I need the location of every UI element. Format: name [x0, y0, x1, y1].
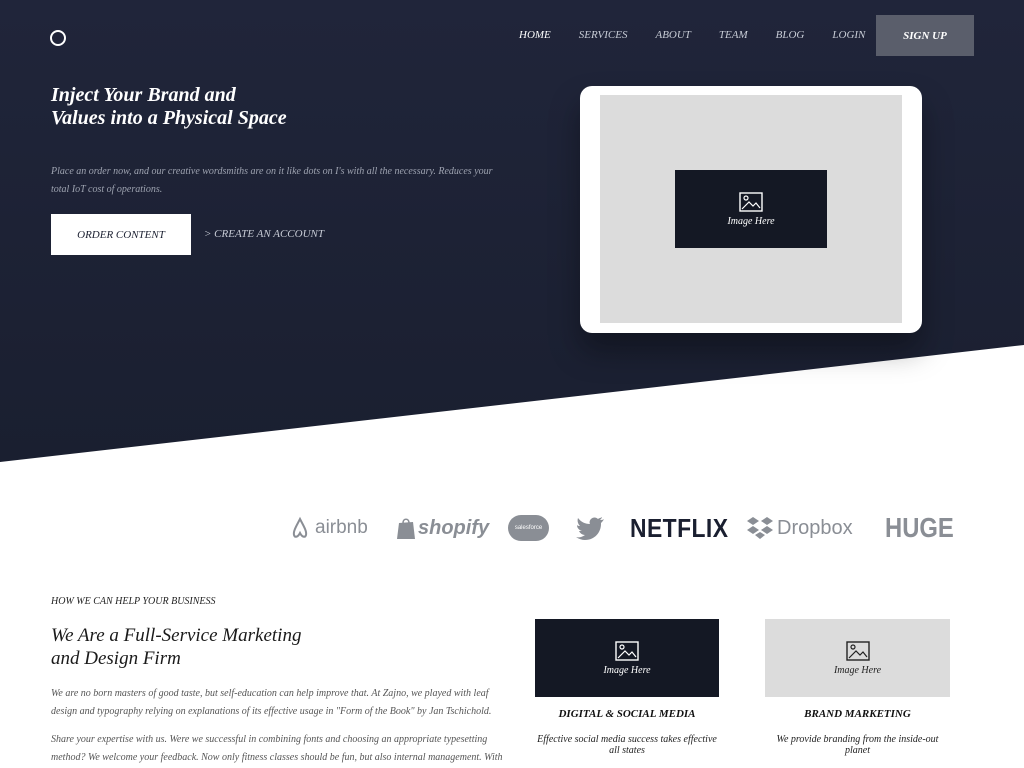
nav-blog[interactable]: BLOG — [776, 28, 805, 42]
airbnb-logo: airbnb — [288, 508, 368, 548]
airbnb-icon — [292, 516, 308, 538]
twitter-bird-icon — [576, 517, 604, 540]
main-nav: HOME SERVICES ABOUT TEAM BLOG LOGIN — [519, 28, 893, 42]
image-icon — [615, 640, 639, 661]
section-title: We Are a Full-Service Marketing and Desi… — [51, 624, 351, 670]
dropbox-icon — [747, 517, 773, 539]
huge-wordmark: HUGE — [885, 512, 954, 543]
salesforce-logo: salesforce — [508, 508, 549, 548]
card-brand-image-label: Image Here — [833, 664, 882, 676]
twitter-logo — [576, 508, 605, 548]
hero-title-line1: Inject Your Brand and — [51, 84, 236, 106]
nav-login[interactable]: LOGIN — [832, 28, 865, 42]
card-digital-desc: Effective social media success takes eff… — [537, 734, 717, 756]
dropbox-wordmark: Dropbox — [777, 516, 853, 539]
hero-text: Place an order now, and our creative wor… — [51, 166, 493, 195]
section-paragraph-2: Share your expertise with us. Were we su… — [51, 734, 503, 763]
create-account-link[interactable]: > CREATE AN ACCOUNT — [204, 228, 324, 240]
shopify-bag-icon — [397, 518, 415, 539]
nav-home[interactable]: HOME — [519, 28, 551, 42]
section-label: HOW WE CAN HELP YOUR BUSINESS — [51, 596, 216, 607]
image-icon — [739, 191, 763, 212]
shopify-wordmark: shopify — [418, 516, 490, 539]
netflix-logo: NETFLIX — [630, 508, 742, 548]
dropbox-logo: Dropbox — [746, 508, 853, 548]
salesforce-wordmark: salesforce — [508, 515, 549, 541]
card-digital-title[interactable]: DIGITAL & SOCIAL MEDIA — [535, 708, 719, 720]
airbnb-wordmark: airbnb — [315, 517, 368, 538]
hero-image-placeholder: Image Here — [675, 170, 827, 248]
logo-icon[interactable] — [50, 30, 66, 46]
hero-title-line2: Values into a Physical Space — [51, 107, 287, 129]
netflix-wordmark: NETFLIX — [630, 512, 729, 543]
nav-services[interactable]: SERVICES — [579, 28, 628, 42]
order-content-button[interactable]: ORDER CONTENT — [51, 214, 191, 255]
section-title-line2: and Design Firm — [51, 648, 181, 669]
signup-button[interactable]: SIGN UP — [876, 15, 974, 56]
hero-title: Inject Your Brand and Values into a Phys… — [51, 84, 371, 130]
hero-image-label: Image Here — [727, 215, 775, 227]
section-paragraph-1: We are no born masters of good taste, bu… — [51, 688, 492, 717]
brand-logos: airbnb shopify salesforce NETFLIX Dropbo… — [288, 508, 954, 548]
shopify-logo: shopify — [396, 508, 489, 548]
tablet-screen: Image Here — [600, 95, 902, 323]
nav-about[interactable]: ABOUT — [655, 28, 690, 42]
card-digital-image-label: Image Here — [603, 664, 651, 676]
nav-team[interactable]: TEAM — [719, 28, 748, 42]
section-title-line1: We Are a Full-Service Marketing — [51, 625, 302, 646]
image-icon — [845, 640, 870, 661]
card-digital-image: Image Here — [535, 619, 719, 697]
card-brand-title[interactable]: BRAND MARKETING — [765, 708, 950, 720]
huge-logo: HUGE — [885, 508, 966, 548]
card-brand-desc: We provide branding from the inside-out … — [776, 734, 939, 756]
tablet-mockup: Image Here — [580, 86, 922, 333]
card-brand-image: Image Here — [765, 619, 950, 697]
